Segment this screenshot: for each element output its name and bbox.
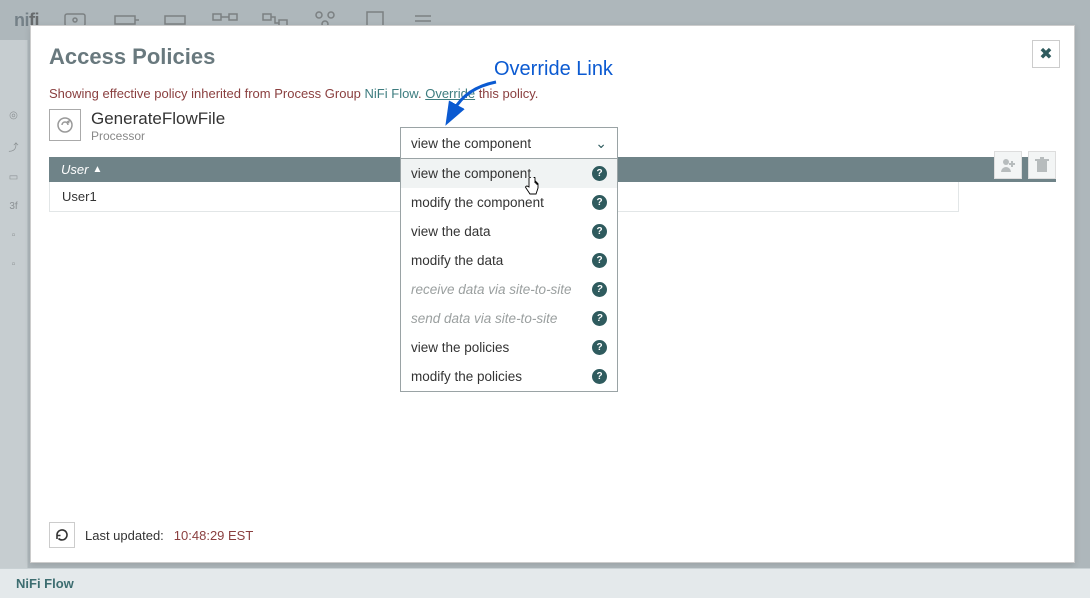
policy-type-option: receive data via site-to-site? [401, 275, 617, 304]
policy-type-option-label: view the component [411, 166, 531, 181]
sort-asc-icon: ▲ [92, 164, 102, 175]
help-icon[interactable]: ? [592, 282, 607, 297]
policy-type-option-label: view the data [411, 224, 491, 239]
policy-type-option-label: send data via site-to-site [411, 311, 557, 326]
chevron-down-icon: ⌄ [595, 135, 607, 152]
help-icon[interactable]: ? [592, 195, 607, 210]
process-group-link[interactable]: NiFi Flow [365, 86, 418, 101]
policy-type-dropdown: view the component ⌄ view the component?… [400, 127, 618, 392]
policy-type-option-label: receive data via site-to-site [411, 282, 572, 297]
help-icon[interactable]: ? [592, 224, 607, 239]
policy-type-option[interactable]: modify the component? [401, 188, 617, 217]
policy-type-selected: view the component [411, 136, 531, 151]
left-sidebar: ◎ ⤴ ▭ 3f ▫ ▫ [0, 40, 28, 598]
palette-icon: ◎ [9, 110, 18, 121]
policy-inherited-message: Showing effective policy inherited from … [49, 86, 1056, 101]
close-button[interactable]: ✖ [1032, 40, 1060, 68]
palette-label: 3f [9, 201, 17, 212]
annotation-arrow-icon [446, 78, 506, 118]
policy-type-option-label: modify the policies [411, 369, 522, 384]
palette-icon: ⤴ [9, 139, 19, 154]
help-icon[interactable]: ? [592, 166, 607, 181]
policy-type-option-label: modify the data [411, 253, 503, 268]
palette-icon: ▭ [9, 172, 18, 183]
breadcrumb-bar: NiFi Flow [0, 568, 1090, 598]
help-icon[interactable]: ? [592, 253, 607, 268]
processor-icon [49, 109, 81, 141]
policy-type-menu: view the component?modify the component?… [400, 159, 618, 392]
last-updated-label: Last updated: [85, 528, 164, 543]
policy-type-option: send data via site-to-site? [401, 304, 617, 333]
policy-type-option[interactable]: modify the data? [401, 246, 617, 275]
policy-type-option[interactable]: view the component? [401, 159, 617, 188]
help-icon[interactable]: ? [592, 369, 607, 384]
policy-action-icons [994, 151, 1056, 179]
palette-icon: ▫ [12, 259, 16, 270]
policy-type-option-label: modify the component [411, 195, 544, 210]
refresh-button[interactable] [49, 522, 75, 548]
inherit-text-prefix: Showing effective policy inherited from … [49, 86, 365, 101]
policy-type-option[interactable]: view the data? [401, 217, 617, 246]
table-header-label: User [61, 162, 88, 177]
component-type: Processor [91, 129, 225, 143]
delete-policy-button[interactable] [1028, 151, 1056, 179]
policy-type-option-label: view the policies [411, 340, 509, 355]
close-icon: ✖ [1039, 44, 1052, 64]
cursor-pointer-icon [524, 177, 540, 193]
last-updated-time: 10:48:29 EST [174, 528, 254, 543]
policy-type-select[interactable]: view the component ⌄ [400, 127, 618, 159]
palette-icon: ▫ [12, 230, 16, 241]
add-user-button[interactable] [994, 151, 1022, 179]
breadcrumb-root[interactable]: NiFi Flow [16, 576, 74, 591]
policy-type-option[interactable]: view the policies? [401, 333, 617, 362]
dialog-footer: Last updated: 10:48:29 EST [49, 522, 253, 548]
annotation-label: Override Link [494, 58, 613, 81]
component-name: GenerateFlowFile [91, 109, 225, 129]
policy-type-option[interactable]: modify the policies? [401, 362, 617, 391]
help-icon[interactable]: ? [592, 340, 607, 355]
help-icon[interactable]: ? [592, 311, 607, 326]
